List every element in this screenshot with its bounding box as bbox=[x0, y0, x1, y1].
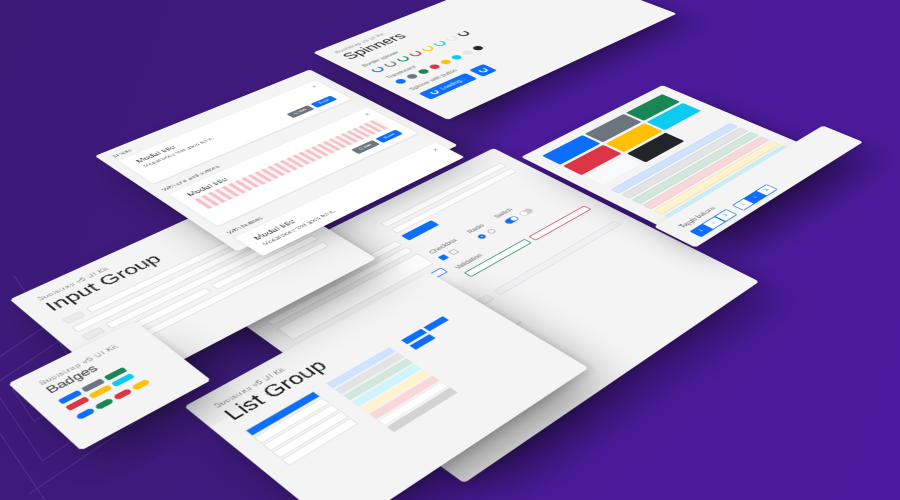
switch[interactable] bbox=[503, 216, 520, 225]
spinner-icon bbox=[432, 40, 448, 47]
pill-badge bbox=[131, 379, 151, 391]
spinner-icon bbox=[394, 78, 408, 85]
radio[interactable] bbox=[476, 233, 487, 239]
spinner-icon bbox=[471, 45, 485, 51]
spinner-icon bbox=[382, 60, 398, 67]
spinner-icon bbox=[444, 35, 460, 42]
pill-badge bbox=[113, 388, 133, 400]
loading-button-label: Loading... bbox=[438, 77, 467, 90]
checkbox[interactable] bbox=[448, 249, 459, 255]
spinner-icon bbox=[439, 59, 453, 65]
switch[interactable] bbox=[518, 208, 535, 217]
spinner-icon bbox=[477, 67, 490, 73]
spinner-icon bbox=[405, 73, 419, 79]
list-item[interactable] bbox=[423, 316, 448, 331]
loading-icon-button[interactable] bbox=[469, 64, 497, 77]
loading-button[interactable]: Loading... bbox=[418, 73, 477, 100]
spinner-icon bbox=[456, 30, 472, 37]
spinner-icon bbox=[416, 68, 430, 74]
spinner-icon bbox=[428, 64, 442, 70]
spinner-icon bbox=[407, 50, 423, 57]
pill-badge bbox=[75, 408, 95, 420]
spinner-icon bbox=[428, 89, 440, 95]
spinner-icon bbox=[395, 55, 411, 62]
spinner-icon bbox=[450, 54, 464, 60]
spinner-icon bbox=[369, 66, 386, 73]
checkbox[interactable] bbox=[437, 254, 448, 260]
spinner-icon bbox=[461, 50, 475, 56]
pill-badge bbox=[94, 398, 114, 410]
radio[interactable] bbox=[485, 228, 496, 234]
spinner-icon bbox=[420, 45, 436, 52]
